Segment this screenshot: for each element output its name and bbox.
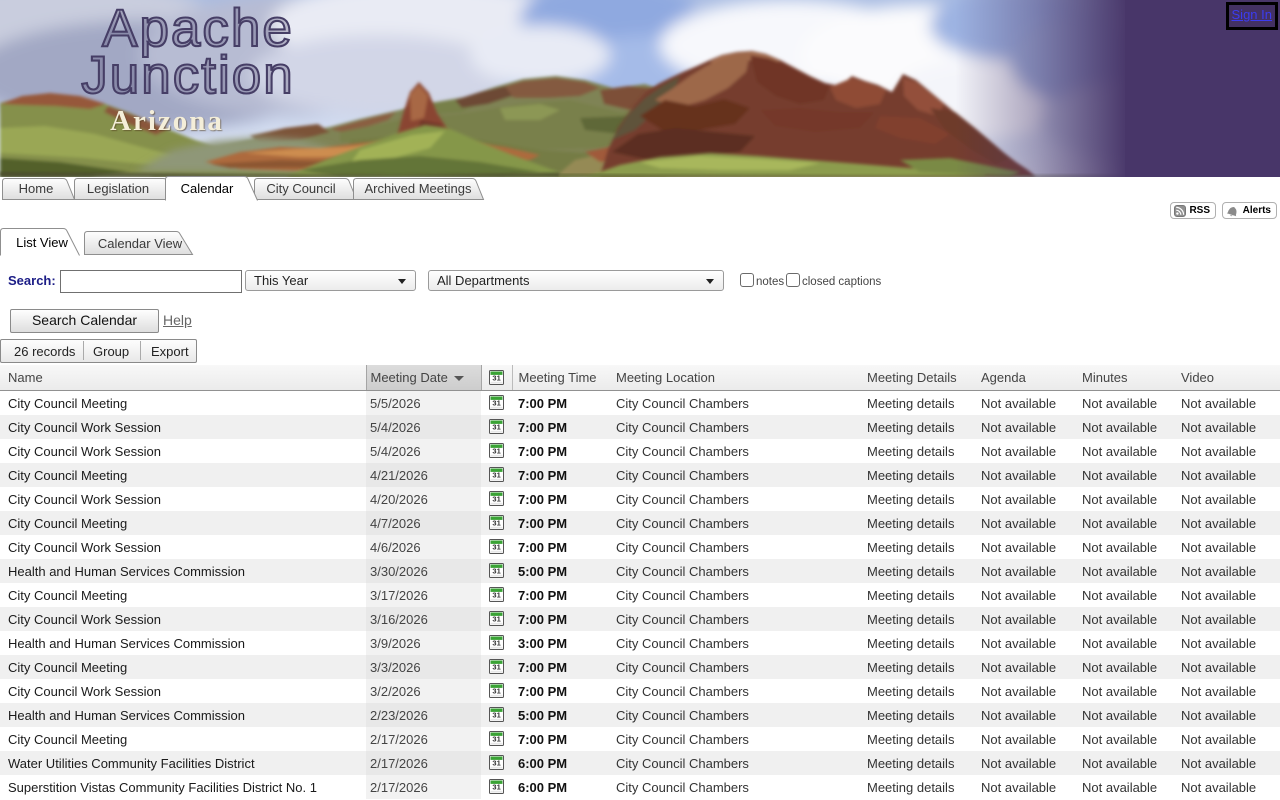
svg-text:31: 31	[492, 615, 500, 624]
svg-text:List View: List View	[16, 235, 68, 250]
svg-text:31: 31	[492, 711, 500, 720]
svg-text:Calendar: Calendar	[181, 181, 234, 196]
svg-text:Home: Home	[19, 181, 54, 196]
svg-text:31: 31	[492, 663, 500, 672]
svg-text:Legislation: Legislation	[87, 181, 149, 196]
svg-text:Arizona: Arizona	[110, 105, 224, 137]
svg-text:31: 31	[492, 567, 500, 576]
svg-text:Junction: Junction	[81, 46, 294, 105]
svg-text:31: 31	[492, 591, 500, 600]
svg-text:Archived Meetings: Archived Meetings	[365, 181, 472, 196]
svg-text:31: 31	[492, 519, 500, 528]
svg-text:31: 31	[492, 399, 500, 408]
svg-text:31: 31	[492, 639, 500, 648]
svg-text:31: 31	[492, 735, 500, 744]
svg-text:31: 31	[492, 447, 500, 456]
svg-text:31: 31	[492, 687, 500, 696]
svg-text:31: 31	[492, 783, 500, 792]
svg-text:31: 31	[492, 759, 500, 768]
svg-text:City Council: City Council	[266, 181, 335, 196]
svg-text:Calendar View: Calendar View	[98, 236, 183, 251]
svg-text:31: 31	[492, 495, 500, 504]
svg-text:31: 31	[492, 543, 500, 552]
svg-text:31: 31	[492, 373, 500, 382]
svg-text:31: 31	[492, 423, 500, 432]
svg-text:31: 31	[492, 471, 500, 480]
